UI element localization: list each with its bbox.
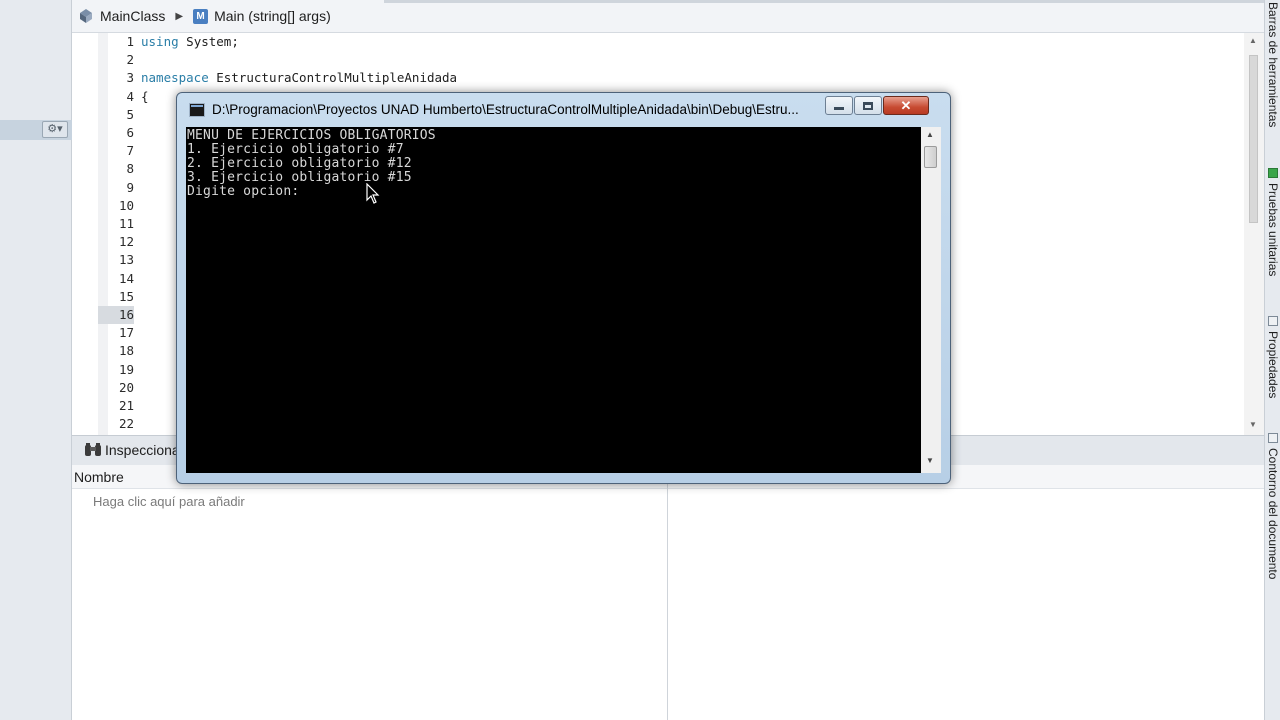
scroll-down-icon[interactable]: ▼ (926, 456, 934, 465)
right-tool-strip: Barras de herramientas Pruebas unitarias… (1264, 0, 1280, 720)
line-number: 8 (126, 161, 134, 177)
minimize-icon (834, 107, 844, 110)
keyword: using (141, 34, 179, 49)
mouse-pointer-icon (366, 182, 380, 205)
class-icon (78, 8, 94, 24)
watch-panel-title-text: Inspecciona (105, 442, 180, 458)
tab-document-outline[interactable]: Contorno del documento (1265, 448, 1280, 579)
breadcrumb-separator: ▶ (175, 10, 184, 22)
watch-panel-title[interactable]: Inspecciona (84, 442, 180, 458)
line-number: 20 (118, 379, 134, 395)
column-divider[interactable] (667, 465, 668, 720)
code-line-1[interactable]: using System; (141, 33, 239, 51)
watch-panel-body[interactable]: Haga clic aquí para añadir (72, 465, 1264, 720)
keyword: namespace (141, 70, 209, 86)
line-number: 19 (118, 361, 134, 377)
tab-unit-tests[interactable]: Pruebas unitarias (1265, 183, 1280, 276)
line-number: 15 (118, 288, 134, 304)
line-number: 22 (118, 416, 134, 432)
line-number: 5 (126, 106, 134, 122)
breadcrumb-class[interactable]: MainClass (100, 8, 165, 24)
line-number: 6 (126, 125, 134, 140)
line-number: 9 (126, 179, 134, 195)
line-number: 7 (126, 143, 134, 159)
console-window[interactable]: D:\Programacion\Proyectos UNAD Humberto\… (176, 92, 951, 484)
tab-toolbox[interactable]: Barras de herramientas (1265, 2, 1280, 127)
line-number: 11 (118, 216, 134, 231)
column-header-name[interactable]: Nombre (74, 469, 124, 485)
line-number: 10 (118, 197, 134, 213)
line-number: 17 (118, 325, 134, 341)
document-outline-icon (1268, 433, 1278, 443)
properties-icon (1268, 316, 1278, 326)
minimize-button[interactable] (825, 96, 853, 115)
unit-tests-icon (1268, 168, 1278, 178)
line-number: 13 (118, 252, 134, 268)
solution-side-strip: ⚙▾ (0, 0, 72, 720)
console-output-area[interactable]: MENU DE EJERCICIOS OBLIGATORIOS 1. Ejerc… (186, 127, 941, 473)
line-number: 3 (126, 70, 134, 86)
line-number: 1 (126, 34, 134, 49)
console-output: MENU DE EJERCICIOS OBLIGATORIOS 1. Ejerc… (187, 128, 436, 199)
breadcrumb-method[interactable]: Main (string[] args) (214, 8, 331, 24)
scroll-up-icon[interactable]: ▲ (1249, 36, 1257, 45)
code-line-4[interactable]: { (141, 88, 149, 106)
binoculars-icon (84, 442, 102, 458)
scroll-down-icon[interactable]: ▼ (1249, 420, 1257, 429)
console-vertical-scrollbar[interactable]: ▲ ▼ (921, 127, 941, 473)
scroll-up-icon[interactable]: ▲ (926, 130, 934, 139)
add-watch-placeholder[interactable]: Haga clic aquí para añadir (93, 494, 245, 509)
line-number: 16 (98, 306, 134, 325)
console-titlebar[interactable]: D:\Programacion\Proyectos UNAD Humberto\… (177, 93, 950, 127)
close-button[interactable]: ✕ (883, 96, 929, 115)
console-title: D:\Programacion\Proyectos UNAD Humberto\… (212, 102, 799, 117)
close-icon: ✕ (900, 97, 912, 113)
line-number: 12 (118, 234, 134, 250)
code-text: System; (178, 34, 239, 49)
editor-vertical-scrollbar[interactable]: ▲ ▼ (1244, 33, 1264, 435)
restore-icon (863, 101, 873, 110)
restore-button[interactable] (854, 96, 882, 115)
line-number: 14 (118, 270, 134, 286)
code-line-3[interactable]: namespace EstructuraControlMultipleAnida… (141, 69, 457, 87)
console-app-icon[interactable] (189, 103, 205, 117)
breadcrumb: MainClass ▶ M Main (string[] args) (72, 0, 1264, 33)
line-number: 21 (118, 398, 134, 413)
scroll-thumb[interactable] (1249, 55, 1258, 223)
method-icon: M (193, 8, 209, 24)
line-number: 2 (126, 52, 134, 68)
tab-strip-line (384, 0, 1264, 3)
line-number: 4 (126, 88, 134, 104)
gear-icon[interactable]: ⚙▾ (42, 121, 68, 138)
code-text: EstructuraControlMultipleAnidada (208, 70, 458, 86)
scroll-thumb[interactable] (924, 146, 937, 168)
tab-properties[interactable]: Propiedades (1265, 331, 1280, 398)
line-number: 18 (118, 343, 134, 359)
